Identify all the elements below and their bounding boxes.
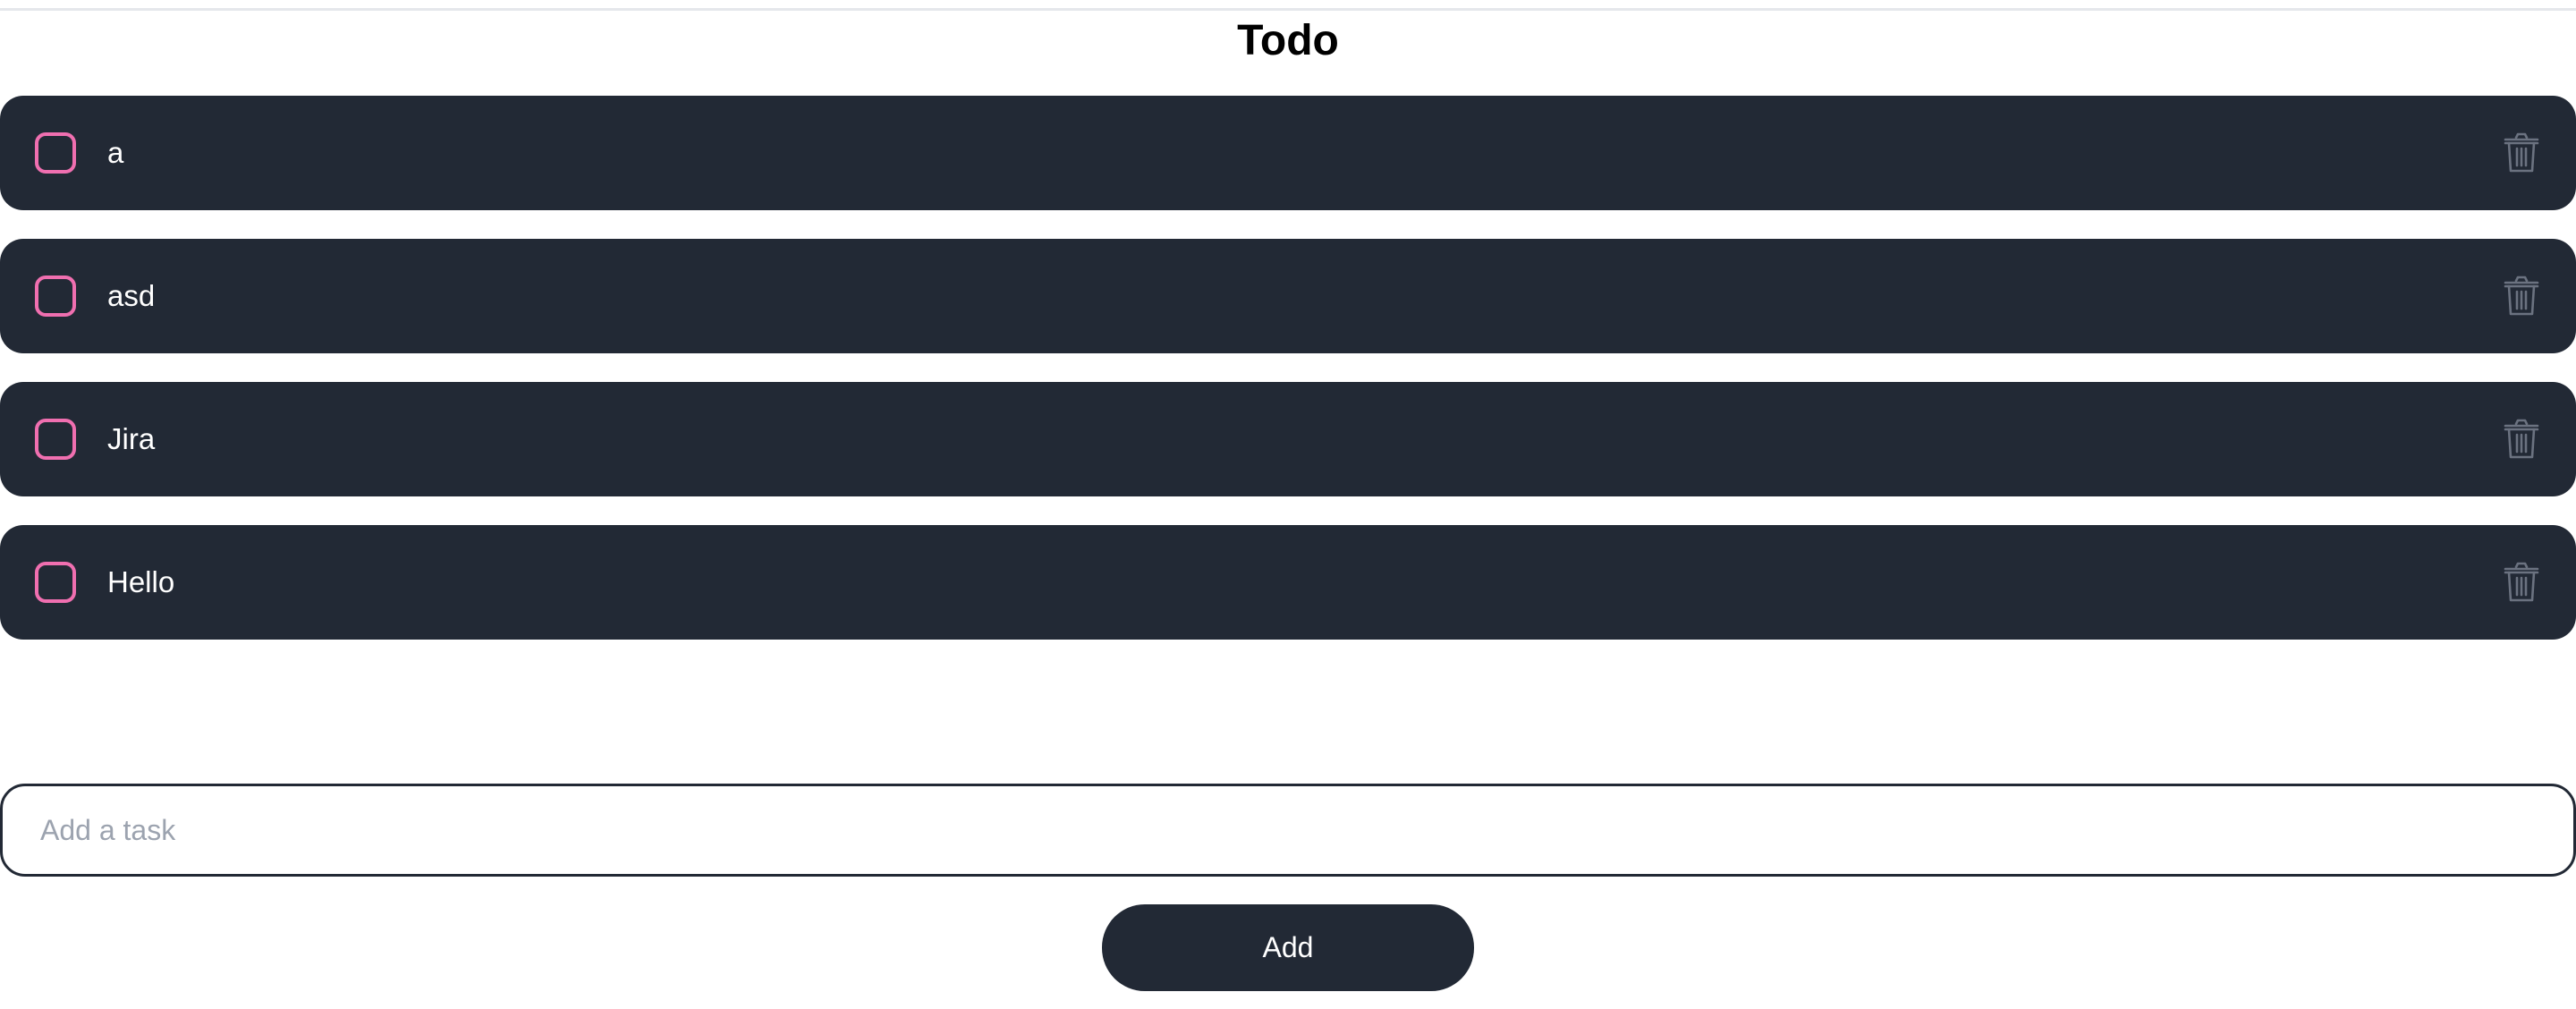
todo-list: a asd Jira Hello — [0, 96, 2576, 668]
todo-item: asd — [0, 239, 2576, 353]
todo-text: Hello — [107, 565, 175, 598]
delete-button[interactable] — [2503, 132, 2540, 174]
delete-button[interactable] — [2503, 562, 2540, 603]
add-button[interactable]: Add — [1102, 904, 1474, 991]
trash-icon — [2504, 419, 2539, 459]
todo-item: a — [0, 96, 2576, 210]
trash-icon — [2504, 132, 2539, 173]
page-title: Todo — [1237, 17, 1339, 64]
add-task-input[interactable] — [0, 784, 2576, 877]
trash-icon — [2504, 276, 2539, 316]
delete-button[interactable] — [2503, 419, 2540, 460]
todo-checkbox[interactable] — [35, 276, 76, 317]
todo-checkbox[interactable] — [35, 562, 76, 603]
delete-button[interactable] — [2503, 276, 2540, 317]
trash-icon — [2504, 562, 2539, 602]
todo-text: a — [107, 136, 124, 169]
todo-text: asd — [107, 279, 156, 312]
todo-text: Jira — [107, 422, 156, 455]
todo-checkbox[interactable] — [35, 419, 76, 460]
top-divider — [0, 8, 2576, 11]
todo-checkbox[interactable] — [35, 132, 76, 174]
todo-item: Hello — [0, 525, 2576, 640]
todo-item: Jira — [0, 382, 2576, 496]
